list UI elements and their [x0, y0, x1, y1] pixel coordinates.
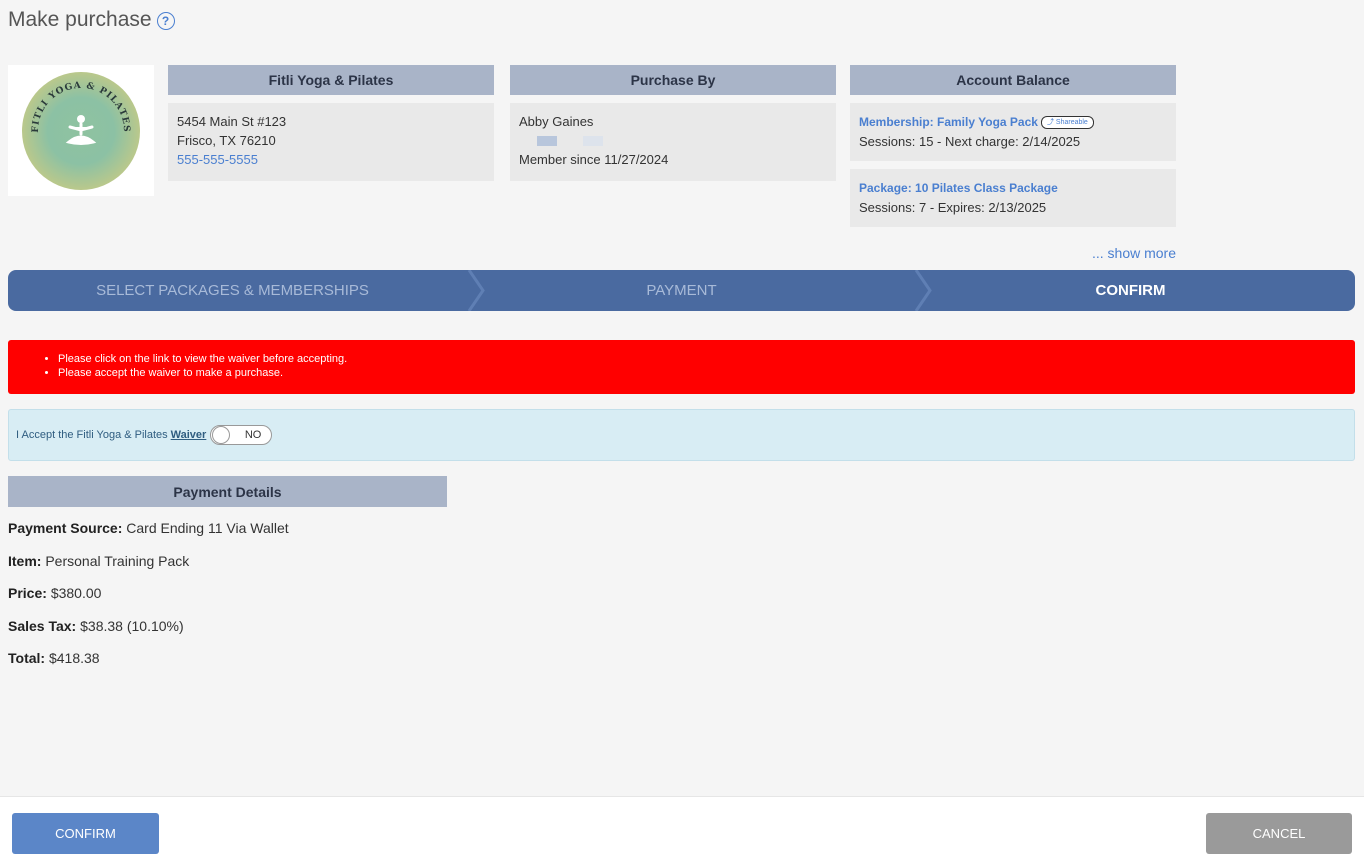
purchaser-info: Abby Gaines Member since 11/27/2024: [510, 103, 836, 181]
payment-row: Item: Personal Training Pack: [8, 553, 289, 586]
balance-item: Membership: Family Yoga Pack ⤴ Shareable…: [850, 103, 1176, 161]
purchaser-heading: Purchase By: [510, 65, 836, 95]
payment-row-label: Price:: [8, 585, 47, 601]
payment-row-label: Payment Source:: [8, 520, 123, 536]
toggle-knob: [212, 426, 231, 444]
error-alert: Please click on the link to view the wai…: [8, 340, 1355, 394]
step-label: PAYMENT: [646, 282, 717, 299]
logo-circle: FITLI YOGA & PILATES: [22, 71, 140, 190]
step-confirm[interactable]: CONFIRM: [906, 270, 1355, 311]
payment-row-value: Card Ending 11 Via Wallet: [126, 520, 289, 536]
payment-row-label: Total:: [8, 650, 46, 666]
shareable-badge: ⤴ Shareable: [1040, 116, 1094, 129]
waiver-toggle[interactable]: NO: [210, 425, 273, 445]
balance-item-title[interactable]: Package: 10 Pilates Class Package: [859, 179, 1058, 198]
step-label: SELECT PACKAGES & MEMBERSHIPS: [96, 282, 369, 299]
payment-row-value: $380.00: [50, 585, 102, 601]
business-heading: Fitli Yoga & Pilates: [168, 65, 494, 95]
error-message: Please accept the waiver to make a purch…: [58, 366, 1355, 380]
payment-row: Sales Tax: $38.38 (10.10%): [8, 618, 289, 651]
cancel-button[interactable]: CANCEL: [1206, 813, 1352, 854]
redacted-block: [583, 135, 603, 146]
balance-item-title[interactable]: Membership: Family Yoga Pack: [859, 113, 1038, 132]
waiver-text: I Accept the Fitli Yoga & Pilates: [16, 429, 168, 441]
payment-row: Price: $380.00: [8, 585, 289, 618]
purchase-stepper: SELECT PACKAGES & MEMBERSHIPS PAYMENT CO…: [8, 270, 1355, 311]
logo-graphic: FITLI YOGA & PILATES: [31, 80, 130, 145]
address-line-2: Frisco, TX 76210: [177, 133, 276, 148]
business-logo: FITLI YOGA & PILATES: [8, 65, 154, 196]
error-message: Please click on the link to view the wai…: [58, 352, 1355, 366]
payment-details: Payment Source: Card Ending 11 Via Walle…: [8, 520, 289, 683]
show-more-link[interactable]: ... show more: [1092, 245, 1176, 261]
payment-row-label: Sales Tax:: [8, 617, 77, 634]
share-icon: ⤴: [1046, 119, 1054, 126]
purchaser-panel: Purchase By Abby Gaines Member since 11/…: [510, 65, 836, 181]
redacted-block: [537, 135, 557, 146]
toggle-value: NO: [244, 429, 262, 441]
balance-item-detail: Sessions: 7 - Expires: 2/13/2025: [859, 200, 1047, 215]
waiver-link[interactable]: Waiver: [171, 429, 207, 441]
confirm-button[interactable]: CONFIRM: [12, 813, 159, 854]
payment-row: Payment Source: Card Ending 11 Via Walle…: [8, 520, 289, 553]
step-label: CONFIRM: [1095, 282, 1166, 299]
balance-heading: Account Balance: [850, 65, 1176, 95]
payment-row: Total: $418.38: [8, 650, 289, 683]
step-payment[interactable]: PAYMENT: [457, 270, 906, 311]
action-footer: CONFIRM CANCEL: [0, 796, 1364, 863]
payment-row-value: $418.38: [48, 650, 100, 666]
payment-row-value: Personal Training Pack: [45, 552, 190, 569]
phone-link[interactable]: 555-555-5555: [177, 150, 485, 169]
redacted-contact: [519, 131, 827, 150]
error-list: Please click on the link to view the wai…: [58, 352, 1355, 380]
page-title: Make purchase ?: [8, 8, 175, 32]
step-select-packages[interactable]: SELECT PACKAGES & MEMBERSHIPS: [8, 270, 457, 311]
page-title-text: Make purchase: [8, 8, 152, 31]
payment-row-value: $38.38 (10.10%): [80, 617, 184, 634]
business-info: 5454 Main St #123 Frisco, TX 76210 555-5…: [168, 103, 494, 181]
account-balance-panel: Account Balance Membership: Family Yoga …: [850, 65, 1176, 227]
waiver-acceptance: I Accept the Fitli Yoga & Pilates Waiver…: [8, 409, 1355, 461]
balance-item: Package: 10 Pilates Class Package Sessio…: [850, 169, 1176, 227]
member-since: Member since 11/27/2024: [519, 152, 669, 167]
question-circle-icon[interactable]: ?: [156, 12, 175, 30]
shareable-badge-label: Shareable: [1055, 119, 1088, 126]
payment-details-heading: Payment Details: [8, 476, 447, 507]
balance-item-detail: Sessions: 15 - Next charge: 2/14/2025: [859, 134, 1081, 149]
address-line-1: 5454 Main St #123: [177, 114, 287, 129]
purchaser-name: Abby Gaines: [519, 114, 594, 129]
business-panel: Fitli Yoga & Pilates 5454 Main St #123 F…: [168, 65, 494, 181]
payment-row-label: Item:: [8, 552, 42, 569]
